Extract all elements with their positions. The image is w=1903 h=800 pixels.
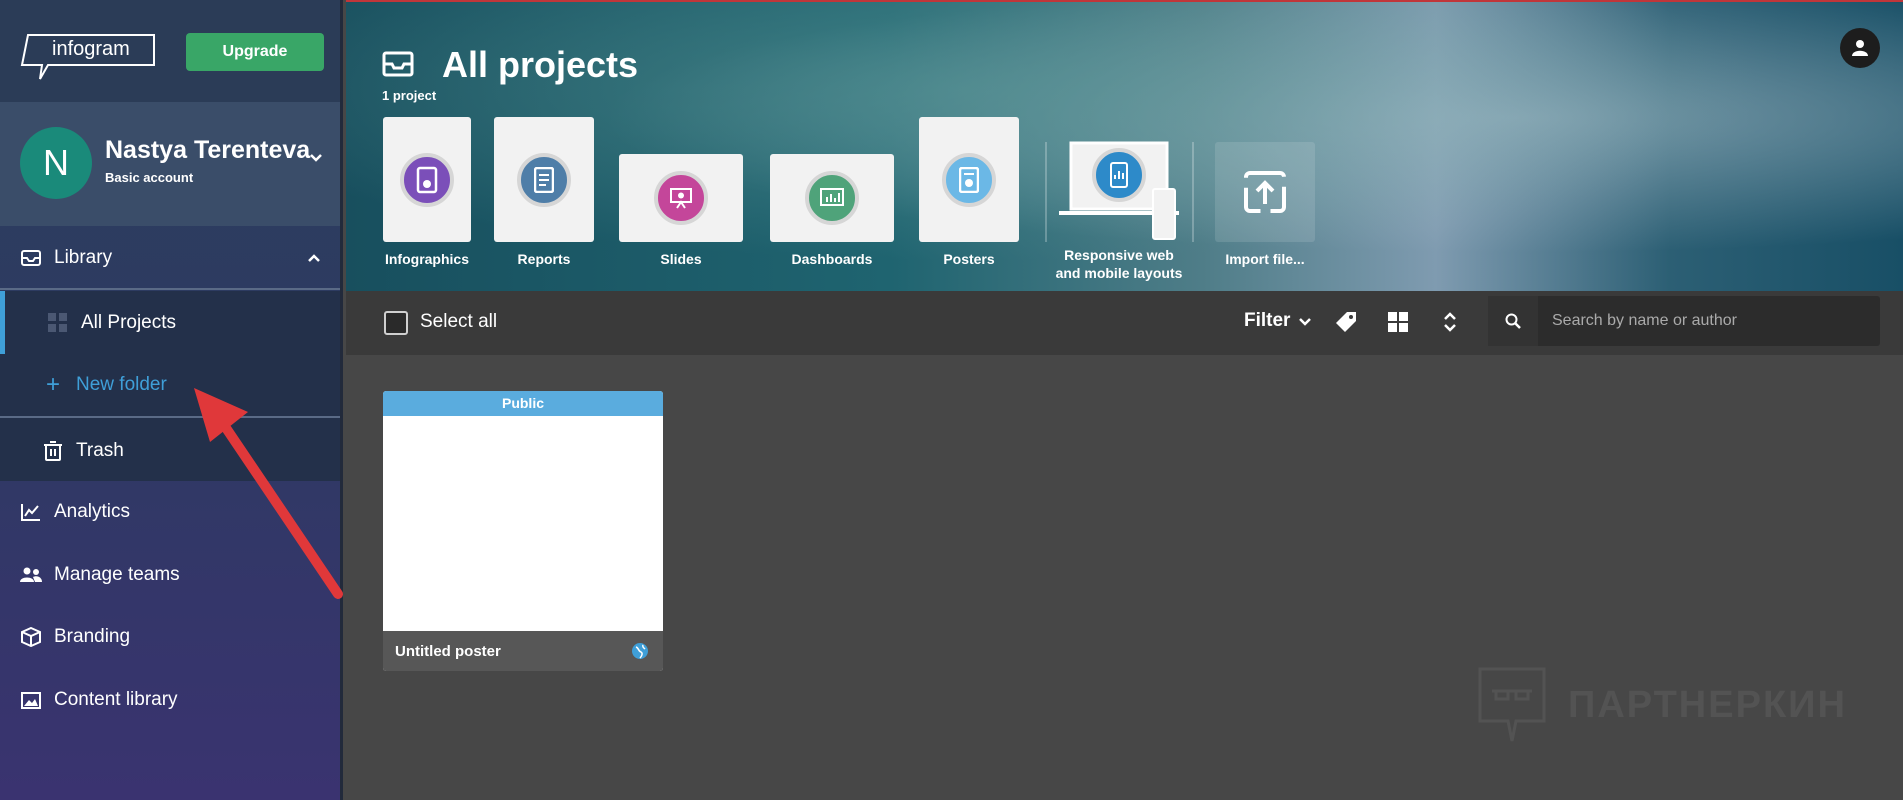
avatar: N (20, 127, 92, 199)
sidebar-item-all-projects[interactable]: All Projects (0, 291, 340, 354)
filter-dropdown[interactable]: Filter (1244, 310, 1312, 332)
sidebar-header: infogram Upgrade (0, 0, 340, 102)
user-menu[interactable]: N Nastya Terenteva Basic account (0, 102, 340, 226)
annotation-arrow (194, 388, 343, 599)
grid-icon (47, 312, 69, 334)
template-slides[interactable]: Slides (618, 154, 744, 268)
template-label: Responsive web and mobile layouts (1055, 247, 1183, 281)
search-icon (1505, 313, 1521, 329)
inbox-icon (382, 51, 414, 77)
user-icon (1852, 40, 1868, 56)
sidebar-item-label: Manage teams (54, 564, 180, 585)
template-label: Posters (943, 251, 995, 267)
chevron-down-icon[interactable] (306, 148, 326, 168)
sidebar-item-library[interactable]: Library (0, 226, 340, 290)
select-all-label[interactable]: Select all (420, 311, 497, 333)
template-label: Import file... (1225, 251, 1305, 267)
upgrade-button[interactable]: Upgrade (186, 33, 324, 71)
sidebar-item-label: Branding (54, 626, 131, 647)
poster-icon (942, 152, 996, 207)
divider (1192, 142, 1194, 242)
new-folder-label: New folder (76, 374, 167, 395)
page-title: All projects (442, 44, 639, 85)
speech-bubble-icon (1478, 667, 1546, 742)
template-thumbnail (383, 117, 471, 242)
template-infographics[interactable]: Infographics (382, 117, 472, 268)
watermark: ПАРТНЕРКИН (1476, 665, 1847, 745)
template-label: Reports (517, 251, 571, 267)
sidebar-item-label: All Projects (81, 311, 177, 333)
team-icon (20, 564, 42, 586)
user-plan: Basic account (105, 170, 194, 185)
plus-icon: + (45, 371, 60, 398)
profile-button[interactable] (1840, 28, 1880, 68)
upload-icon (1244, 171, 1286, 213)
trash-icon (42, 440, 64, 462)
sidebar-item-label: Analytics (54, 501, 131, 522)
search-input[interactable] (1540, 296, 1878, 346)
project-count: 1 project (382, 88, 437, 103)
grid-view-icon[interactable] (1386, 310, 1410, 334)
chart-icon (20, 501, 42, 523)
globe-icon (632, 643, 648, 659)
tag-icon[interactable] (1334, 310, 1358, 334)
template-thumbnail (919, 117, 1019, 242)
template-reports[interactable]: Reports (493, 117, 595, 268)
template-thumbnail (619, 154, 743, 242)
sidebar-item-content-library[interactable]: Content library (0, 669, 340, 731)
template-posters[interactable]: Posters (918, 117, 1020, 268)
library-section-header[interactable]: Library (0, 226, 340, 290)
project-title[interactable]: Untitled poster (395, 643, 501, 660)
sidebar-item-label: Library (54, 247, 113, 268)
infogram-logo[interactable]: infogram (20, 33, 156, 83)
page-header: All projects 1 project Infographics Repo… (346, 0, 1903, 291)
logo-text: infogram (52, 38, 130, 60)
template-label: Infographics (384, 251, 469, 267)
infographic-icon (400, 152, 454, 207)
project-footer: Untitled poster (383, 631, 663, 671)
template-label: Dashboards (791, 251, 873, 267)
template-thumbnail (770, 154, 894, 242)
watermark-text: ПАРТНЕРКИН (1568, 683, 1847, 726)
template-responsive[interactable]: Responsive web and mobile layouts (1052, 137, 1186, 282)
filter-label: Filter (1244, 310, 1291, 331)
sort-icon[interactable] (1438, 310, 1462, 334)
search-button[interactable] (1488, 296, 1538, 346)
mobile-icon (1092, 148, 1146, 202)
report-icon (517, 152, 571, 207)
sidebar-item-branding[interactable]: Branding (0, 606, 340, 668)
select-all-checkbox[interactable] (384, 311, 408, 335)
dashboard-icon (805, 171, 859, 225)
sidebar-item-label: Content library (54, 689, 178, 710)
chevron-up-icon[interactable] (306, 250, 322, 266)
inbox-icon (20, 247, 42, 269)
template-thumbnail (1215, 142, 1315, 242)
search-box (1488, 296, 1880, 346)
sidebar-item-label: Trash (76, 439, 124, 461)
template-dashboards[interactable]: Dashboards (769, 154, 895, 268)
image-icon (20, 689, 42, 711)
user-name: Nastya Terenteva (105, 136, 311, 164)
template-thumbnail (494, 117, 594, 242)
divider (1045, 142, 1047, 242)
toolbar: Select all Filter (346, 291, 1903, 355)
cube-icon (20, 626, 42, 648)
project-card[interactable]: Public Untitled poster (383, 391, 663, 671)
import-file-button[interactable]: Import file... (1215, 142, 1315, 268)
template-label: Slides (660, 251, 702, 267)
status-badge: Public (383, 391, 663, 416)
presentation-icon (654, 171, 708, 225)
chevron-down-icon (1299, 318, 1312, 326)
template-thumbnail (1057, 137, 1181, 242)
